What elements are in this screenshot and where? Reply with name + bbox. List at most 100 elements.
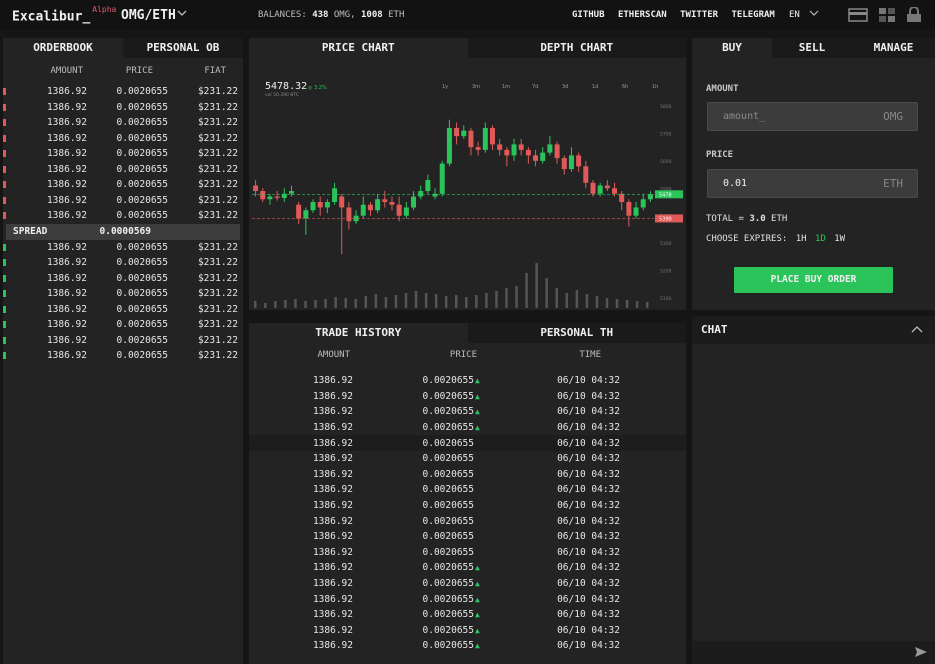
- volume-bar: [585, 294, 589, 308]
- place-buy-order-button[interactable]: PLACE BUY ORDER: [734, 267, 893, 293]
- link-etherscan[interactable]: ETHERSCAN: [618, 10, 667, 20]
- expires-1w[interactable]: 1W: [834, 234, 845, 244]
- trade-time: 06/10 04:32: [557, 375, 620, 387]
- range-6h[interactable]: 6h: [622, 84, 628, 90]
- trade-row[interactable]: 1386.92 0.0020655 06/10 04:32: [249, 498, 686, 514]
- trade-row[interactable]: 1386.92 0.0020655 06/10 04:32: [249, 435, 686, 451]
- trade-row[interactable]: 1386.92 0.0020655 06/10 04:32: [249, 451, 686, 467]
- brand-logo[interactable]: Excalibur_ Alpha: [12, 5, 116, 24]
- price-chart[interactable]: 5478.32 ◎ 3.2% vol 50,390 BTC 1y 3m 1m 7d 3d…: [249, 58, 686, 310]
- link-twitter[interactable]: TWITTER: [680, 10, 718, 20]
- send-icon[interactable]: [914, 646, 928, 658]
- depth-bar: [3, 336, 6, 344]
- amount-input[interactable]: amount_: [723, 111, 765, 122]
- trade-row[interactable]: 1386.92 0.0020655▲ 06/10 04:32: [249, 623, 686, 639]
- tab-trade-history[interactable]: TRADE HISTORY: [249, 323, 468, 343]
- chat-input-bar[interactable]: [692, 641, 935, 664]
- candle-up: [439, 163, 445, 194]
- chat-panel: CHAT: [692, 316, 935, 664]
- trade-row[interactable]: 1386.92 0.0020655 06/10 04:32: [249, 513, 686, 529]
- order-amount: 1386.92: [46, 350, 87, 362]
- tab-buy[interactable]: BUY: [692, 38, 772, 58]
- bid-row[interactable]: 1386.92 0.0020655 $231.22: [3, 333, 243, 349]
- ask-row[interactable]: 1386.92 0.0020655 $231.22: [3, 100, 243, 116]
- range-1y[interactable]: 1y: [442, 84, 448, 90]
- tab-personal-th[interactable]: PERSONAL TH: [467, 323, 686, 343]
- trade-price: 0.0020655▲: [353, 594, 484, 605]
- ask-row[interactable]: 1386.92 0.0020655 $231.22: [3, 131, 243, 147]
- trade-time: 06/10 04:32: [557, 484, 620, 496]
- trade-row[interactable]: 1386.92 0.0020655▲ 06/10 04:32: [249, 560, 686, 576]
- price-input[interactable]: 0.01: [723, 178, 747, 189]
- trade-row[interactable]: 1386.92 0.0020655▲ 06/10 04:32: [249, 389, 686, 405]
- language-selector[interactable]: EN: [789, 10, 819, 20]
- order-amount: 1386.92: [46, 210, 87, 222]
- bid-row[interactable]: 1386.92 0.0020655 $231.22: [3, 240, 243, 256]
- candle-up: [310, 202, 316, 211]
- bid-row[interactable]: 1386.92 0.0020655 $231.22: [3, 286, 243, 302]
- trade-row[interactable]: 1386.92 0.0020655▲ 06/10 04:32: [249, 373, 686, 389]
- bid-row[interactable]: 1386.92 0.0020655 $231.22: [3, 271, 243, 287]
- expires-1d[interactable]: 1D: [815, 234, 826, 244]
- ask-row[interactable]: 1386.92 0.0020655 $231.22: [3, 177, 243, 193]
- chevron-down-icon[interactable]: [177, 9, 187, 17]
- trade-row[interactable]: 1386.92 0.0020655 06/10 04:32: [249, 529, 686, 545]
- order-fiat: $231.22: [197, 179, 238, 191]
- trade-row[interactable]: 1386.92 0.0020655▲ 06/10 04:32: [249, 607, 686, 623]
- chart-grid: 58005700560055005400530052005100: [660, 104, 672, 302]
- trade-row[interactable]: 1386.92 0.0020655▲ 06/10 04:32: [249, 591, 686, 607]
- range-1m[interactable]: 1m: [502, 84, 510, 90]
- trade-amount: 1386.92: [312, 640, 353, 652]
- range-1h[interactable]: 1h: [652, 84, 658, 90]
- bid-row[interactable]: 1386.92 0.0020655 $231.22: [3, 255, 243, 271]
- trade-price: 0.0020655▲: [353, 562, 484, 573]
- layout-grid-icon[interactable]: [878, 7, 896, 23]
- ask-row[interactable]: 1386.92 0.0020655 $231.22: [3, 208, 243, 224]
- tab-depth-chart[interactable]: DEPTH CHART: [467, 38, 686, 58]
- range-3d[interactable]: 3d: [562, 84, 568, 90]
- trade-row[interactable]: 1386.92 0.0020655▲ 06/10 04:32: [249, 638, 686, 654]
- bid-row[interactable]: 1386.92 0.0020655 $231.22: [3, 348, 243, 364]
- trade-row[interactable]: 1386.92 0.0020655▲ 06/10 04:32: [249, 420, 686, 436]
- volume-bar: [615, 299, 619, 308]
- trade-row[interactable]: 1386.92 0.0020655▲ 06/10 04:32: [249, 576, 686, 592]
- trade-time: 06/10 04:32: [557, 562, 620, 574]
- tab-sell[interactable]: SELL: [772, 38, 852, 58]
- amount-field[interactable]: amount_ OMG: [707, 102, 918, 131]
- link-github[interactable]: GITHUB: [572, 10, 605, 20]
- trade-row[interactable]: 1386.92 0.0020655 06/10 04:32: [249, 545, 686, 561]
- price-field[interactable]: 0.01 ETH: [707, 169, 918, 198]
- ask-row[interactable]: 1386.92 0.0020655 $231.22: [3, 84, 243, 100]
- top-links: GITHUB ETHERSCAN TWITTER TELEGRAM: [572, 10, 783, 20]
- bid-row[interactable]: 1386.92 0.0020655 $231.22: [3, 302, 243, 318]
- up-arrow-icon: ▲: [475, 594, 480, 604]
- trade-row[interactable]: 1386.92 0.0020655▲ 06/10 04:32: [249, 404, 686, 420]
- range-3m[interactable]: 3m: [472, 84, 480, 90]
- trade-row[interactable]: 1386.92 0.0020655 06/10 04:32: [249, 467, 686, 483]
- link-telegram[interactable]: TELEGRAM: [732, 10, 775, 20]
- chat-title: CHAT: [701, 323, 728, 336]
- ask-row[interactable]: 1386.92 0.0020655 $231.22: [3, 193, 243, 209]
- range-7d[interactable]: 7d: [532, 84, 538, 90]
- wallet-icon[interactable]: [848, 7, 868, 23]
- current-price-tag-label: 5478: [659, 192, 672, 198]
- trade-amount: 1386.92: [312, 531, 353, 543]
- tab-price-chart[interactable]: PRICE CHART: [249, 38, 468, 58]
- lock-icon[interactable]: [905, 7, 923, 23]
- volume-bar: [374, 294, 378, 308]
- ask-row[interactable]: 1386.92 0.0020655 $231.22: [3, 115, 243, 131]
- expires-1h[interactable]: 1H: [796, 234, 807, 244]
- tab-personal-ob[interactable]: PERSONAL OB: [123, 38, 243, 58]
- ask-row[interactable]: 1386.92 0.0020655 $231.22: [3, 146, 243, 162]
- chat-header[interactable]: CHAT: [692, 316, 935, 344]
- ask-row[interactable]: 1386.92 0.0020655 $231.22: [3, 162, 243, 178]
- range-1d[interactable]: 1d: [592, 84, 598, 90]
- trade-row[interactable]: 1386.92 0.0020655 06/10 04:32: [249, 482, 686, 498]
- pair-selector[interactable]: OMG/ETH: [121, 8, 176, 23]
- bid-row[interactable]: 1386.92 0.0020655 $231.22: [3, 317, 243, 333]
- tab-orderbook[interactable]: ORDERBOOK: [3, 38, 123, 58]
- candles: [253, 119, 653, 255]
- tab-manage[interactable]: MANAGE: [852, 38, 935, 58]
- top-bar: Excalibur_ Alpha OMG/ETH BALANCES: 438 OM…: [0, 0, 935, 30]
- chevron-up-icon[interactable]: [911, 325, 923, 333]
